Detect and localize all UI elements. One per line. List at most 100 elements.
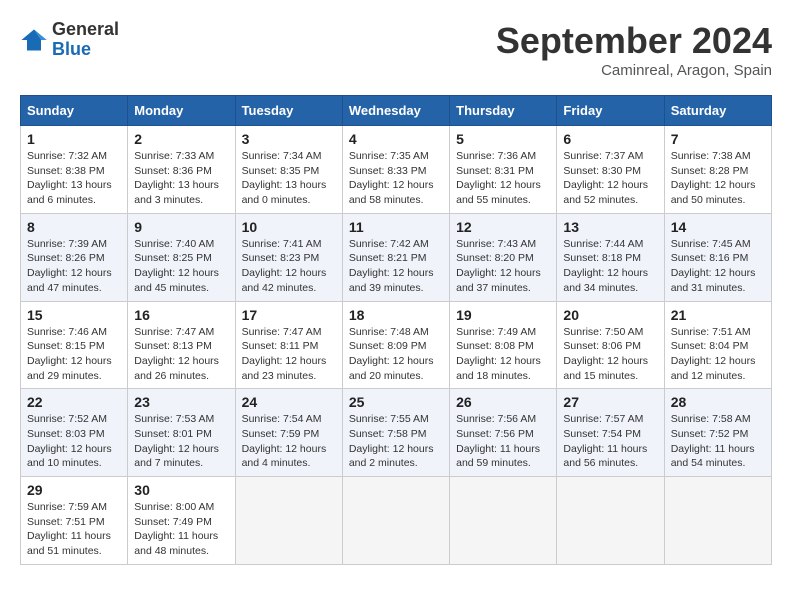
calendar-week-row: 1 Sunrise: 7:32 AMSunset: 8:38 PMDaylight… [21,126,772,214]
day-info: Sunrise: 7:47 AMSunset: 8:11 PMDaylight:… [242,325,336,384]
day-info: Sunrise: 7:53 AMSunset: 8:01 PMDaylight:… [134,412,228,471]
day-info: Sunrise: 7:45 AMSunset: 8:16 PMDaylight:… [671,237,765,296]
table-row: 9 Sunrise: 7:40 AMSunset: 8:25 PMDaylight… [128,213,235,301]
day-number: 14 [671,219,765,235]
calendar-table: Sunday Monday Tuesday Wednesday Thursday… [20,95,772,565]
table-row: 17 Sunrise: 7:47 AMSunset: 8:11 PMDayligh… [235,301,342,389]
title-section: September 2024 Caminreal, Aragon, Spain [496,20,772,79]
day-number: 24 [242,394,336,410]
day-number: 16 [134,307,228,323]
day-number: 28 [671,394,765,410]
table-row [557,477,664,565]
day-info: Sunrise: 8:00 AMSunset: 7:49 PMDaylight:… [134,500,228,559]
location: Caminreal, Aragon, Spain [496,62,772,79]
table-row: 5Sunrise: 7:36 AMSunset: 8:31 PMDaylight… [450,126,557,214]
table-row: 1 Sunrise: 7:32 AMSunset: 8:38 PMDaylight… [21,126,128,214]
day-number: 19 [456,307,550,323]
day-number: 21 [671,307,765,323]
day-info: Sunrise: 7:32 AMSunset: 8:38 PMDaylight:… [27,149,121,208]
month-title: September 2024 [496,20,772,62]
table-row: 11 Sunrise: 7:42 AMSunset: 8:21 PMDayligh… [342,213,449,301]
table-row: 6 Sunrise: 7:37 AMSunset: 8:30 PMDaylight… [557,126,664,214]
day-info: Sunrise: 7:52 AMSunset: 8:03 PMDaylight:… [27,412,121,471]
day-number: 2 [134,131,228,147]
day-info: Sunrise: 7:47 AMSunset: 8:13 PMDaylight:… [134,325,228,384]
day-info: Sunrise: 7:39 AMSunset: 8:26 PMDaylight:… [27,237,121,296]
table-row: 29Sunrise: 7:59 AMSunset: 7:51 PMDayligh… [21,477,128,565]
day-number: 20 [563,307,657,323]
table-row: 14 Sunrise: 7:45 AMSunset: 8:16 PMDayligh… [664,213,771,301]
day-info: Sunrise: 7:49 AMSunset: 8:08 PMDaylight:… [456,325,550,384]
table-row: 4 Sunrise: 7:35 AMSunset: 8:33 PMDaylight… [342,126,449,214]
day-number: 9 [134,219,228,235]
day-info: Sunrise: 7:38 AMSunset: 8:28 PMDaylight:… [671,149,765,208]
table-row: 23 Sunrise: 7:53 AMSunset: 8:01 PMDayligh… [128,389,235,477]
day-info: Sunrise: 7:44 AMSunset: 8:18 PMDaylight:… [563,237,657,296]
col-tuesday: Tuesday [235,96,342,126]
day-number: 4 [349,131,443,147]
table-row [342,477,449,565]
day-number: 1 [27,131,121,147]
table-row [235,477,342,565]
day-number: 23 [134,394,228,410]
logo: General Blue [20,20,119,60]
day-info: Sunrise: 7:37 AMSunset: 8:30 PMDaylight:… [563,149,657,208]
day-number: 7 [671,131,765,147]
table-row: 7 Sunrise: 7:38 AMSunset: 8:28 PMDaylight… [664,126,771,214]
page-header: General Blue September 2024 Caminreal, A… [20,20,772,79]
day-number: 25 [349,394,443,410]
day-info: Sunrise: 7:56 AMSunset: 7:56 PMDaylight:… [456,412,550,471]
day-info: Sunrise: 7:33 AMSunset: 8:36 PMDaylight:… [134,149,228,208]
day-number: 10 [242,219,336,235]
calendar-week-row: 8 Sunrise: 7:39 AMSunset: 8:26 PMDaylight… [21,213,772,301]
day-info: Sunrise: 7:48 AMSunset: 8:09 PMDaylight:… [349,325,443,384]
day-info: Sunrise: 7:55 AMSunset: 7:58 PMDaylight:… [349,412,443,471]
col-friday: Friday [557,96,664,126]
day-info: Sunrise: 7:58 AMSunset: 7:52 PMDaylight:… [671,412,765,471]
day-number: 17 [242,307,336,323]
day-info: Sunrise: 7:43 AMSunset: 8:20 PMDaylight:… [456,237,550,296]
table-row: 3 Sunrise: 7:34 AMSunset: 8:35 PMDaylight… [235,126,342,214]
logo-general-text: General [52,19,119,39]
table-row [664,477,771,565]
day-info: Sunrise: 7:40 AMSunset: 8:25 PMDaylight:… [134,237,228,296]
table-row: 26 Sunrise: 7:56 AMSunset: 7:56 PMDayligh… [450,389,557,477]
day-info: Sunrise: 7:36 AMSunset: 8:31 PMDaylight:… [456,149,550,208]
day-info: Sunrise: 7:35 AMSunset: 8:33 PMDaylight:… [349,149,443,208]
calendar-header-row: Sunday Monday Tuesday Wednesday Thursday… [21,96,772,126]
day-info: Sunrise: 7:59 AMSunset: 7:51 PMDaylight:… [27,500,121,559]
table-row: 19 Sunrise: 7:49 AMSunset: 8:08 PMDayligh… [450,301,557,389]
table-row: 16 Sunrise: 7:47 AMSunset: 8:13 PMDayligh… [128,301,235,389]
day-number: 8 [27,219,121,235]
logo-blue-text: Blue [52,39,91,59]
table-row: 22 Sunrise: 7:52 AMSunset: 8:03 PMDayligh… [21,389,128,477]
table-row: 18Sunrise: 7:48 AMSunset: 8:09 PMDayligh… [342,301,449,389]
table-row: 13 Sunrise: 7:44 AMSunset: 8:18 PMDayligh… [557,213,664,301]
day-number: 12 [456,219,550,235]
day-number: 13 [563,219,657,235]
table-row: 28 Sunrise: 7:58 AMSunset: 7:52 PMDayligh… [664,389,771,477]
day-number: 15 [27,307,121,323]
table-row: 20 Sunrise: 7:50 AMSunset: 8:06 PMDayligh… [557,301,664,389]
table-row: 2 Sunrise: 7:33 AMSunset: 8:36 PMDaylight… [128,126,235,214]
day-info: Sunrise: 7:57 AMSunset: 7:54 PMDaylight:… [563,412,657,471]
day-number: 30 [134,482,228,498]
day-number: 26 [456,394,550,410]
day-number: 3 [242,131,336,147]
table-row: 12 Sunrise: 7:43 AMSunset: 8:20 PMDayligh… [450,213,557,301]
day-info: Sunrise: 7:42 AMSunset: 8:21 PMDaylight:… [349,237,443,296]
col-saturday: Saturday [664,96,771,126]
day-number: 6 [563,131,657,147]
table-row [450,477,557,565]
table-row: 27Sunrise: 7:57 AMSunset: 7:54 PMDayligh… [557,389,664,477]
day-number: 22 [27,394,121,410]
day-info: Sunrise: 7:50 AMSunset: 8:06 PMDaylight:… [563,325,657,384]
day-number: 11 [349,219,443,235]
table-row: 10Sunrise: 7:41 AMSunset: 8:23 PMDayligh… [235,213,342,301]
day-info: Sunrise: 7:34 AMSunset: 8:35 PMDaylight:… [242,149,336,208]
table-row: 8 Sunrise: 7:39 AMSunset: 8:26 PMDaylight… [21,213,128,301]
col-wednesday: Wednesday [342,96,449,126]
day-info: Sunrise: 7:46 AMSunset: 8:15 PMDaylight:… [27,325,121,384]
calendar-week-row: 15 Sunrise: 7:46 AMSunset: 8:15 PMDayligh… [21,301,772,389]
table-row: 24Sunrise: 7:54 AMSunset: 7:59 PMDayligh… [235,389,342,477]
